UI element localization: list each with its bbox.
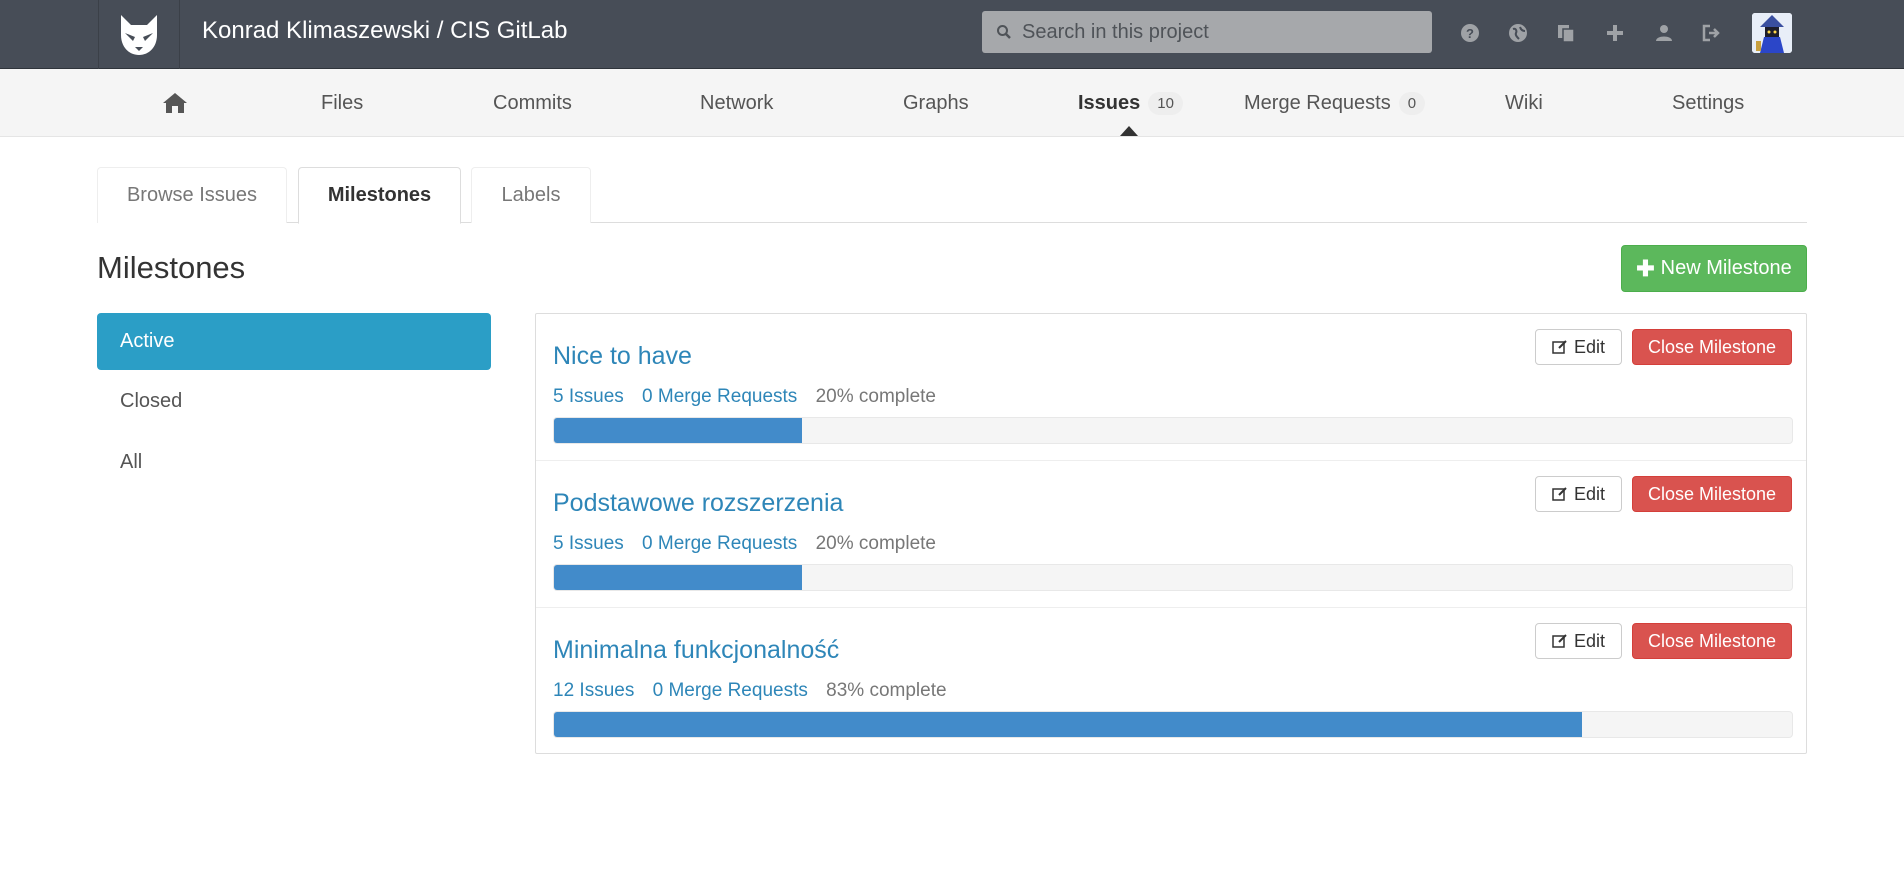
progress-fill	[554, 712, 1582, 737]
nav-settings[interactable]: Settings	[1672, 69, 1744, 137]
progress-fill	[554, 565, 802, 590]
edit-icon	[1552, 339, 1568, 355]
percent-complete: 20% complete	[815, 386, 936, 407]
edit-icon	[1552, 633, 1568, 649]
milestone-meta: 5 Issues 0 Merge Requests 20% complete	[553, 386, 936, 408]
nav-commits[interactable]: Commits	[493, 69, 572, 137]
page-title: Milestones	[97, 250, 246, 285]
progress-bar	[553, 417, 1793, 444]
merge-requests-link[interactable]: 0 Merge Requests	[642, 386, 797, 407]
nav-merge-requests[interactable]: Merge Requests 0	[1244, 69, 1426, 137]
filter-active[interactable]: Active	[97, 313, 491, 370]
filter-closed[interactable]: Closed	[97, 373, 491, 430]
issues-link[interactable]: 5 Issues	[553, 533, 624, 554]
close-milestone-button[interactable]: Close Milestone	[1632, 623, 1792, 659]
issues-count-badge: 10	[1148, 91, 1183, 115]
merge-requests-link[interactable]: 0 Merge Requests	[642, 533, 797, 554]
edit-label: Edit	[1573, 630, 1606, 651]
project-title[interactable]: Konrad Klimaszewski / CIS GitLab	[202, 17, 567, 45]
milestone-item: Edit Close Milestone Minimalna funkcjona…	[536, 608, 1806, 755]
top-header: Konrad Klimaszewski / CIS GitLab ?	[0, 0, 1904, 69]
nav-network[interactable]: Network	[700, 69, 773, 137]
plus-icon: ✚	[1636, 255, 1655, 281]
issues-link[interactable]: 12 Issues	[553, 680, 634, 701]
nav-commits-label: Commits	[493, 91, 572, 114]
percent-complete: 83% complete	[826, 680, 947, 701]
close-milestone-button[interactable]: Close Milestone	[1632, 329, 1792, 365]
nav-graphs-label: Graphs	[903, 91, 969, 114]
user-icon[interactable]	[1651, 20, 1677, 46]
progress-bar	[553, 564, 1793, 591]
nav-files-label: Files	[321, 91, 364, 114]
tab-milestones[interactable]: Milestones	[298, 167, 461, 224]
nav-files[interactable]: Files	[321, 69, 363, 137]
new-milestone-label: New Milestone	[1660, 257, 1792, 279]
search-icon	[997, 25, 1011, 39]
avatar[interactable]	[1752, 13, 1792, 53]
milestone-item: Edit Close Milestone Podstawowe rozszerz…	[536, 461, 1806, 608]
plus-icon[interactable]	[1602, 20, 1628, 46]
active-nav-caret	[1120, 126, 1138, 136]
gitlab-logo[interactable]	[98, 0, 180, 69]
nav-graphs[interactable]: Graphs	[903, 69, 969, 137]
question-icon[interactable]: ?	[1457, 20, 1483, 46]
milestones-list: Edit Close Milestone Nice to have 5 Issu…	[535, 313, 1807, 754]
milestone-meta: 12 Issues 0 Merge Requests 83% complete	[553, 680, 947, 702]
merge-requests-link[interactable]: 0 Merge Requests	[653, 680, 808, 701]
tab-browse-issues[interactable]: Browse Issues	[97, 167, 287, 223]
home-icon	[163, 93, 187, 113]
progress-bar	[553, 711, 1793, 738]
new-milestone-button[interactable]: ✚ New Milestone	[1621, 245, 1807, 292]
sign-out-icon[interactable]	[1699, 20, 1725, 46]
nav-wiki-label: Wiki	[1505, 91, 1543, 114]
merge-requests-count-badge: 0	[1398, 91, 1426, 115]
percent-complete: 20% complete	[815, 533, 936, 554]
nav-wiki[interactable]: Wiki	[1505, 69, 1543, 137]
milestone-title[interactable]: Minimalna funkcjonalność	[553, 636, 839, 665]
copy-icon[interactable]	[1553, 20, 1579, 46]
filter-all[interactable]: All	[97, 434, 491, 491]
fox-logo-icon	[121, 14, 157, 55]
milestone-title[interactable]: Podstawowe rozszerzenia	[553, 489, 843, 518]
globe-icon[interactable]	[1505, 20, 1531, 46]
milestone-title[interactable]: Nice to have	[553, 342, 692, 371]
search-input[interactable]	[1020, 19, 1420, 45]
progress-fill	[554, 418, 802, 443]
edit-button[interactable]: Edit	[1535, 476, 1622, 512]
edit-icon	[1552, 486, 1568, 502]
milestone-meta: 5 Issues 0 Merge Requests 20% complete	[553, 533, 936, 555]
edit-label: Edit	[1573, 483, 1606, 504]
nav-merge-requests-label: Merge Requests	[1244, 91, 1391, 114]
milestone-item: Edit Close Milestone Nice to have 5 Issu…	[536, 314, 1806, 461]
project-nav: Files Commits Network Graphs Issues 10 M…	[0, 69, 1904, 137]
svg-text:?: ?	[1466, 26, 1474, 41]
close-milestone-button[interactable]: Close Milestone	[1632, 476, 1792, 512]
tab-labels[interactable]: Labels	[471, 167, 591, 223]
nav-network-label: Network	[700, 91, 774, 114]
nav-issues-label: Issues	[1078, 91, 1141, 114]
nav-home[interactable]	[162, 69, 188, 137]
edit-button[interactable]: Edit	[1535, 329, 1622, 365]
search-box[interactable]	[982, 11, 1432, 53]
issues-link[interactable]: 5 Issues	[553, 386, 624, 407]
edit-button[interactable]: Edit	[1535, 623, 1622, 659]
edit-label: Edit	[1573, 336, 1606, 357]
nav-settings-label: Settings	[1672, 91, 1745, 114]
